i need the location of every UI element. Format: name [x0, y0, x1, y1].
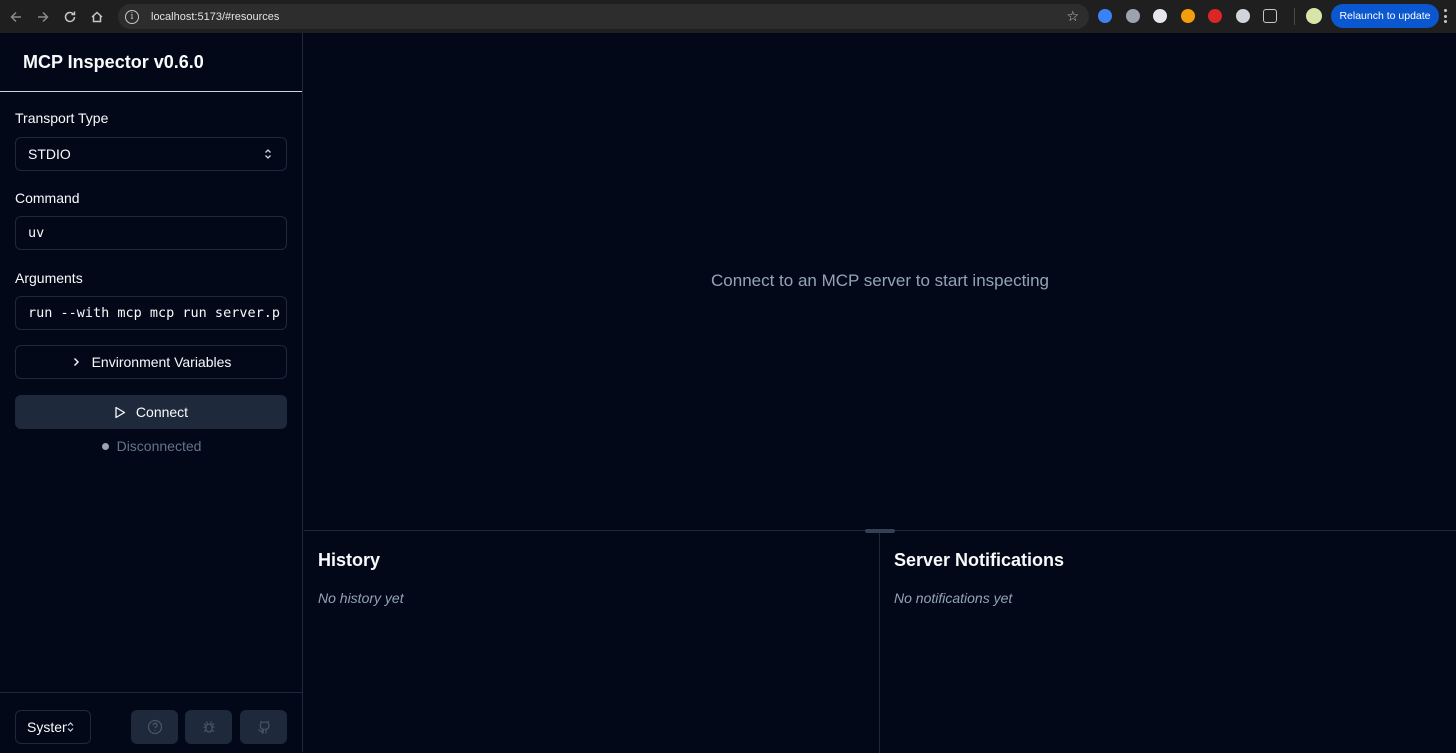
- bookmark-star-icon[interactable]: ☆: [1066, 9, 1079, 23]
- app-root: MCP Inspector v0.6.0 Transport Type STDI…: [0, 33, 1456, 753]
- home-icon[interactable]: [86, 6, 108, 28]
- notifications-empty-text: No notifications yet: [894, 590, 1013, 606]
- transport-type-label: Transport Type: [15, 110, 109, 126]
- sidebar-header: MCP Inspector v0.6.0: [0, 33, 302, 92]
- extension-palette-icon[interactable]: [1180, 9, 1195, 23]
- connection-status: Disconnected: [0, 438, 303, 454]
- bug-report-button[interactable]: [185, 710, 232, 744]
- connect-label: Connect: [135, 404, 189, 420]
- arguments-input[interactable]: run --with mcp mcp run server.p: [15, 296, 287, 330]
- extension-react-icon[interactable]: [1098, 9, 1112, 23]
- sidebar-footer: System: [0, 692, 303, 752]
- chevrons-up-down-icon: [67, 722, 74, 732]
- site-info-icon[interactable]: i: [125, 9, 139, 24]
- extension-circle-icon[interactable]: [1235, 9, 1250, 23]
- notifications-title: Server Notifications: [894, 550, 1065, 570]
- app-title: MCP Inspector v0.6.0: [23, 51, 204, 72]
- connection-status-text: Disconnected: [116, 438, 202, 454]
- address-bar[interactable]: i localhost:5173/#resources ☆: [118, 4, 1089, 29]
- panel-resize-handle[interactable]: [865, 529, 895, 533]
- environment-variables-button[interactable]: Environment Variables: [15, 345, 287, 379]
- profile-avatar[interactable]: [1306, 8, 1322, 24]
- connect-button[interactable]: Connect: [15, 395, 287, 429]
- main-panel: Connect to an MCP server to start inspec…: [304, 33, 1456, 753]
- environment-variables-label: Environment Variables: [91, 354, 232, 370]
- github-button[interactable]: [240, 710, 287, 744]
- bottom-panels: History No history yet Server Notificati…: [304, 530, 1456, 753]
- history-empty-text: No history yet: [318, 590, 404, 606]
- github-icon: [257, 721, 270, 734]
- connect-placeholder-text: Connect to an MCP server to start inspec…: [711, 271, 1049, 290]
- relaunch-button[interactable]: Relaunch to update: [1331, 4, 1439, 28]
- extension-grammar-icon[interactable]: [1125, 9, 1140, 23]
- reload-icon[interactable]: [59, 6, 81, 28]
- theme-select-value: System: [27, 719, 67, 735]
- sidebar: MCP Inspector v0.6.0 Transport Type STDI…: [0, 33, 303, 752]
- play-icon: [115, 406, 126, 418]
- transport-type-select[interactable]: STDIO: [15, 137, 287, 171]
- forward-icon[interactable]: [32, 6, 54, 28]
- help-circle-icon: [147, 719, 162, 735]
- status-dot-icon: [101, 442, 109, 450]
- notifications-panel: Server Notifications No notifications ye…: [880, 531, 1456, 753]
- chevrons-up-down-icon: [265, 149, 271, 159]
- url-text: localhost:5173/#resources: [151, 10, 280, 23]
- chevron-right-icon: [73, 358, 79, 366]
- transport-type-value: STDIO: [28, 146, 71, 162]
- back-icon[interactable]: [5, 6, 27, 28]
- theme-select[interactable]: System: [15, 710, 91, 744]
- help-button[interactable]: [131, 710, 178, 744]
- browser-menu-icon[interactable]: [1443, 9, 1447, 23]
- arguments-label: Arguments: [15, 270, 83, 286]
- command-input[interactable]: uv: [15, 216, 287, 250]
- extensions-puzzle-icon[interactable]: [1263, 9, 1277, 23]
- bug-icon: [203, 721, 214, 733]
- toolbar-divider: [1294, 8, 1295, 25]
- command-label: Command: [15, 190, 80, 206]
- extensions-bar: [1098, 7, 1291, 25]
- history-title: History: [318, 550, 381, 570]
- browser-toolbar: i localhost:5173/#resources ☆ Relaunch t…: [0, 0, 1456, 33]
- history-panel: History No history yet: [304, 531, 880, 753]
- extension-record-icon[interactable]: [1208, 9, 1222, 23]
- extension-layers-icon[interactable]: [1153, 9, 1167, 23]
